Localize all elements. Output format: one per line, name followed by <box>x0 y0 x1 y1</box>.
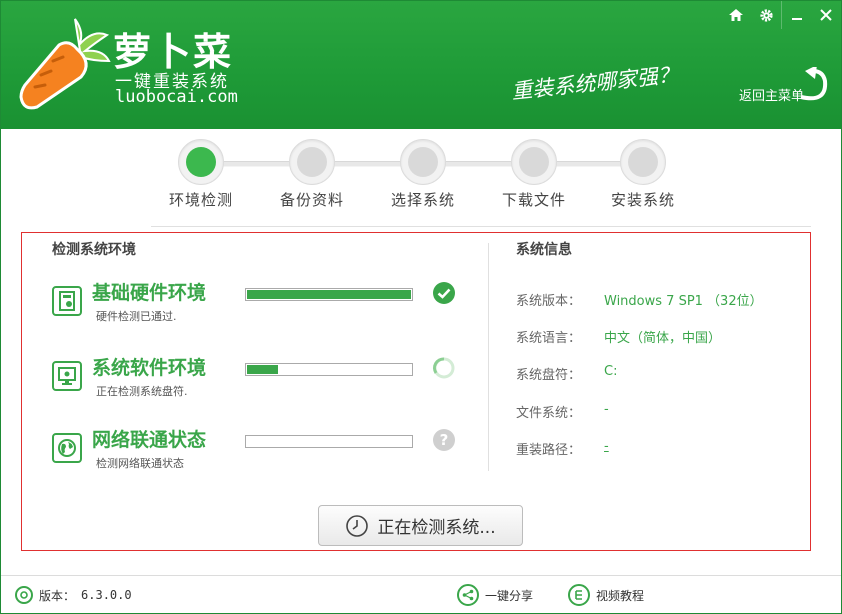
step-install[interactable]: 安装系统 <box>593 139 693 210</box>
slogan: 重装系统哪家强？ <box>510 62 680 104</box>
sysinfo-section-title: 系统信息 <box>516 242 572 258</box>
detecting-button-label: 正在检测系统... <box>377 518 496 538</box>
progress-bar <box>245 435 413 448</box>
sysinfo-label: 系统版本： <box>516 294 582 309</box>
footer: 版本： 6.3.0.0 一键分享 视频教程 <box>1 576 841 613</box>
app-window: 萝卜菜 一键重装系统 luobocai.com 重装系统哪家强？ 返回主菜单 环… <box>0 0 842 614</box>
check-item-name: 系统软件环境 <box>92 357 207 379</box>
sysinfo-value: Windows 7 SP1 （32位） <box>604 294 763 309</box>
progress-fill <box>247 365 278 374</box>
progress-fill <box>247 290 411 299</box>
step-marker <box>178 139 224 185</box>
gear-icon <box>759 8 773 22</box>
settings-circle-icon <box>15 586 33 604</box>
check-done-icon <box>433 282 455 304</box>
panel-divider <box>488 243 489 471</box>
home-icon <box>729 9 743 21</box>
divider <box>151 226 811 227</box>
sysinfo-label: 文件系统： <box>516 406 582 421</box>
sysinfo-value: - <box>604 402 609 417</box>
version-label: 版本： <box>39 588 76 603</box>
check-item-hardware: 基础硬件环境 硬件检测已通过. <box>52 278 472 328</box>
share-label: 一键分享 <box>485 588 534 603</box>
check-item-network: 网络联通状态 检测网络联通状态 ? <box>52 425 472 475</box>
detect-section-title: 检测系统环境 <box>52 242 136 258</box>
step-marker <box>620 139 666 185</box>
globe-icon <box>52 433 82 463</box>
step-label: 环境检测 <box>168 191 233 209</box>
video-tutorial-button[interactable]: 视频教程 <box>568 584 644 606</box>
detecting-button[interactable]: 正在检测系统... <box>318 505 523 546</box>
clock-icon <box>346 514 369 537</box>
home-button[interactable] <box>721 1 751 29</box>
step-label: 下载文件 <box>501 191 566 209</box>
progress-bar <box>245 288 413 301</box>
minimize-icon <box>791 18 802 20</box>
version-info: 版本： 6.3.0.0 <box>15 586 132 604</box>
step-dot <box>628 147 658 177</box>
sysinfo-label: 系统盘符： <box>516 368 582 383</box>
carrot-logo-icon <box>19 18 111 110</box>
hardware-icon <box>52 286 82 316</box>
version-value: 6.3.0.0 <box>81 588 132 602</box>
check-item-desc: 硬件检测已通过. <box>96 310 177 323</box>
check-item-software: 系统软件环境 正在检测系统盘符. <box>52 353 472 403</box>
share-button[interactable]: 一键分享 <box>457 584 533 606</box>
step-dot <box>297 147 327 177</box>
monitor-icon <box>52 361 82 391</box>
progress-bar <box>245 363 413 376</box>
sysinfo-label: 系统语言： <box>516 331 582 346</box>
sysinfo-label: 重装路径： <box>516 443 582 458</box>
svg-text:?: ? <box>440 431 449 449</box>
sysinfo-value: C: <box>604 364 618 379</box>
step-label: 安装系统 <box>610 191 675 209</box>
step-dot <box>186 147 216 177</box>
step-progress: 环境检测 备份资料 选择系统 下载文件 安装系统 <box>151 139 691 219</box>
sysinfo-value: 中文（简体，中国） <box>604 331 722 346</box>
step-download[interactable]: 下载文件 <box>484 139 584 210</box>
step-marker <box>289 139 335 185</box>
check-item-name: 基础硬件环境 <box>92 282 207 304</box>
header-banner: 萝卜菜 一键重装系统 luobocai.com 重装系统哪家强？ 返回主菜单 <box>1 1 841 129</box>
check-item-name: 网络联通状态 <box>92 429 207 451</box>
back-to-menu-button[interactable]: 返回主菜单 <box>737 67 833 111</box>
loading-spinner-icon <box>432 357 455 379</box>
step-label: 备份资料 <box>279 191 344 209</box>
detection-panel: 检测系统环境 系统信息 基础硬件环境 硬件检测已通过. 系统软件环境 正在检测系… <box>21 232 811 551</box>
back-arrow-icon <box>800 67 828 101</box>
minimize-button[interactable] <box>781 1 811 29</box>
question-pending-icon: ? <box>433 429 455 451</box>
close-button[interactable] <box>811 1 841 29</box>
window-controls <box>721 1 841 29</box>
step-marker <box>400 139 446 185</box>
settings-button[interactable] <box>751 1 781 29</box>
check-item-desc: 正在检测系统盘符. <box>96 385 188 398</box>
tutorial-label: 视频教程 <box>596 588 645 603</box>
step-choose-system[interactable]: 选择系统 <box>373 139 473 210</box>
app-url: luobocai.com <box>115 87 238 107</box>
share-icon <box>457 584 479 606</box>
install-path-link[interactable]: - <box>604 439 609 454</box>
step-env-check[interactable]: 环境检测 <box>151 139 251 210</box>
step-marker <box>511 139 557 185</box>
step-label: 选择系统 <box>390 191 455 209</box>
close-icon <box>820 9 832 21</box>
step-backup[interactable]: 备份资料 <box>262 139 362 210</box>
tutorial-icon <box>568 584 590 606</box>
step-dot <box>519 147 549 177</box>
check-item-desc: 检测网络联通状态 <box>96 457 184 470</box>
step-dot <box>408 147 438 177</box>
